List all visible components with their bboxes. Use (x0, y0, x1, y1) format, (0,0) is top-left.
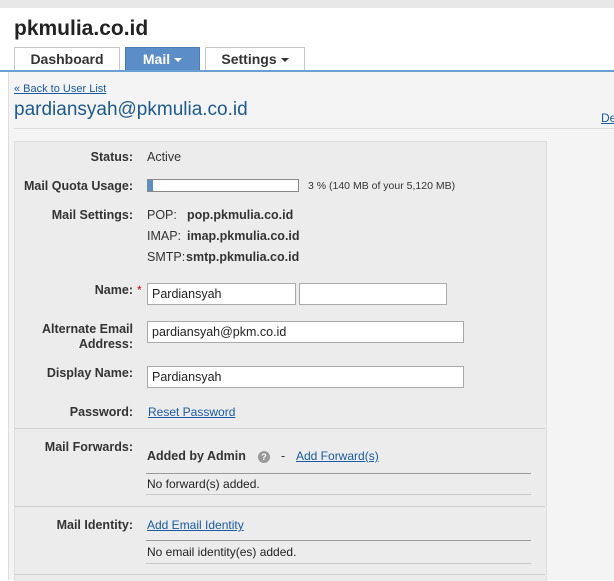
added-by-admin-label: Added by Admin (147, 449, 246, 463)
imap-label: IMAP: (147, 229, 182, 243)
section-divider (15, 506, 545, 507)
chevron-down-icon (280, 58, 289, 63)
separator-dash: - (281, 449, 286, 463)
mail-identity-label: Mail Identity: (56, 518, 133, 532)
tab-dashboard-label: Dashboard (30, 51, 104, 67)
tab-settings-label: Settings (221, 51, 277, 67)
pop-label: POP: (147, 208, 177, 222)
first-name-input[interactable] (147, 283, 296, 305)
mail-forwards-label: Mail Forwards: (44, 440, 133, 454)
forwards-list-top-border (146, 473, 531, 474)
section-divider (15, 428, 545, 429)
status-value: Active (147, 150, 182, 164)
alternate-email-input[interactable] (147, 321, 464, 343)
mail-settings-label: Mail Settings: (51, 208, 133, 222)
identity-list-bottom-border (146, 563, 531, 564)
right-action-link[interactable]: De (601, 111, 614, 125)
no-identity-text: No email identity(es) added. (147, 545, 297, 559)
tab-mail-label: Mail (142, 51, 171, 67)
forwards-list-bottom-border (146, 494, 531, 495)
display-name-input[interactable] (147, 366, 464, 388)
smtp-label: SMTP: (147, 250, 186, 264)
header-divider (14, 128, 614, 129)
identity-list-top-border (146, 540, 531, 541)
quota-label: Mail Quota Usage: (23, 179, 133, 193)
quota-text: 3 % (140 MB of your 5,120 MB) (308, 180, 456, 192)
name-label: Name: (94, 283, 133, 297)
tab-mail[interactable]: Mail (125, 47, 200, 70)
back-to-user-list-link[interactable]: « Back to User List (14, 83, 106, 95)
smtp-value: smtp.pkmulia.co.id (186, 250, 300, 264)
alt-email-label-line1: Alternate Email (41, 322, 133, 336)
quota-progress-fill (148, 180, 153, 191)
chevron-down-icon (174, 58, 183, 63)
display-name-label: Display Name: (46, 366, 133, 380)
account-details-panel (14, 141, 547, 581)
add-email-identity-link[interactable]: Add Email Identity (147, 518, 244, 532)
imap-value: imap.pkmulia.co.id (187, 229, 300, 243)
password-label: Password: (69, 405, 133, 419)
tab-settings[interactable]: Settings (205, 47, 305, 70)
page-title: pardiansyah@pkmulia.co.id (14, 99, 248, 120)
required-mark: * (137, 283, 142, 297)
status-label: Status: (90, 150, 133, 164)
add-forward-link[interactable]: Add Forward(s) (296, 449, 379, 463)
top-strip (0, 0, 614, 8)
tab-dashboard[interactable]: Dashboard (14, 47, 120, 70)
alt-email-label-line2: Address: (78, 337, 133, 351)
last-name-input[interactable] (299, 283, 447, 305)
quota-progress-bar (147, 179, 299, 192)
site-title: pkmulia.co.id (14, 17, 149, 40)
pop-value: pop.pkmulia.co.id (187, 208, 294, 222)
help-icon[interactable]: ? (258, 451, 270, 463)
no-forwards-text: No forward(s) added. (147, 477, 260, 491)
reset-password-link[interactable]: Reset Password (148, 405, 235, 419)
section-divider (15, 574, 545, 575)
